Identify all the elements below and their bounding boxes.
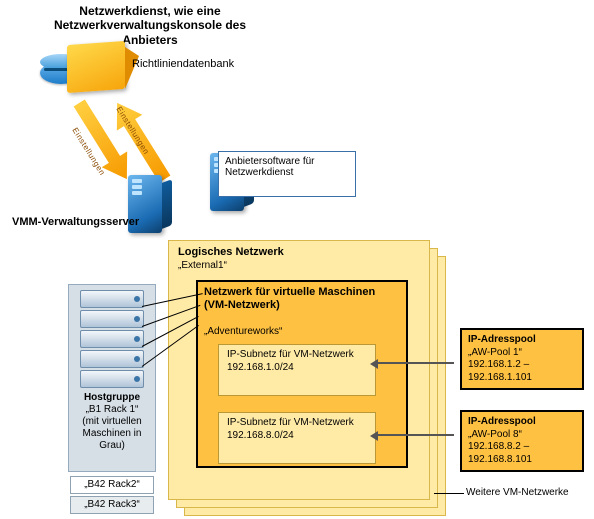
host-group-name: „B1 Rack 1“ [86,404,139,415]
ip-subnet-label: IP-Subnetz für VM-Netzwerk [227,417,354,428]
ip-subnet-box: IP-Subnetz für VM-Netzwerk 192.168.1.0/2… [218,344,376,396]
more-vm-networks-label: Weitere VM-Netzwerke [466,487,569,498]
ip-subnet-cidr: 192.168.1.0/24 [227,362,294,373]
more-vm-pointer [434,493,464,494]
ip-subnet-label: IP-Subnetz für VM-Netzwerk [227,349,354,360]
ip-pool-name: „AW-Pool 1“ [468,347,522,358]
rack-unit-icon [80,350,144,368]
ip-pool-heading: IP-Adresspool [468,416,536,427]
logical-network-name: „External1“ [178,260,227,271]
rack-other-box: „B42 Rack3“ [70,496,154,514]
rack-unit-icon [80,330,144,348]
management-console-icon [67,41,125,93]
ip-pool-name: „AW-Pool 8“ [468,429,522,440]
policy-database-label: Richtliniendatenbank [132,58,234,70]
provider-software-box: Anbietersoftware für Netzwerkdienst [218,151,356,197]
pool-to-subnet-arrow [378,362,454,364]
vm-network-title: Netzwerk für virtuelle Maschinen (VM-Net… [204,286,394,312]
host-group-note: (mit virtuellen Maschinen in Grau) [82,416,141,451]
rack-other-box: „B42 Rack2“ [70,476,154,494]
host-group-heading: Hostgruppe [84,392,140,403]
ip-subnet-box: IP-Subnetz für VM-Netzwerk 192.168.8.0/2… [218,412,376,464]
ip-pool-box: IP-Adresspool „AW-Pool 1“ 192.168.1.2 – … [460,328,584,390]
rack-servers-icon [80,290,142,388]
ip-pool-range: 192.168.8.2 – 192.168.8.101 [468,441,532,465]
host-group-label: Hostgruppe „B1 Rack 1“ (mit virtuellen M… [72,392,152,452]
ip-pool-range: 192.168.1.2 – 192.168.1.101 [468,359,532,383]
rack-unit-icon [80,370,144,388]
ip-pool-box: IP-Adresspool „AW-Pool 8“ 192.168.8.2 – … [460,410,584,472]
ip-subnet-cidr: 192.168.8.0/24 [227,430,294,441]
ip-pool-heading: IP-Adresspool [468,334,536,345]
rack-unit-icon [80,310,144,328]
logical-network-title: Logisches Netzwerk [178,246,284,258]
vm-network-name: „Adventureworks“ [204,326,282,337]
vmm-server-label: VMM-Verwaltungsserver [12,216,152,228]
diagram-title: Netzwerkdienst, wie eine Netzwerkverwalt… [35,4,265,47]
rack-unit-icon [80,290,144,308]
pool-to-subnet-arrow [378,434,454,436]
